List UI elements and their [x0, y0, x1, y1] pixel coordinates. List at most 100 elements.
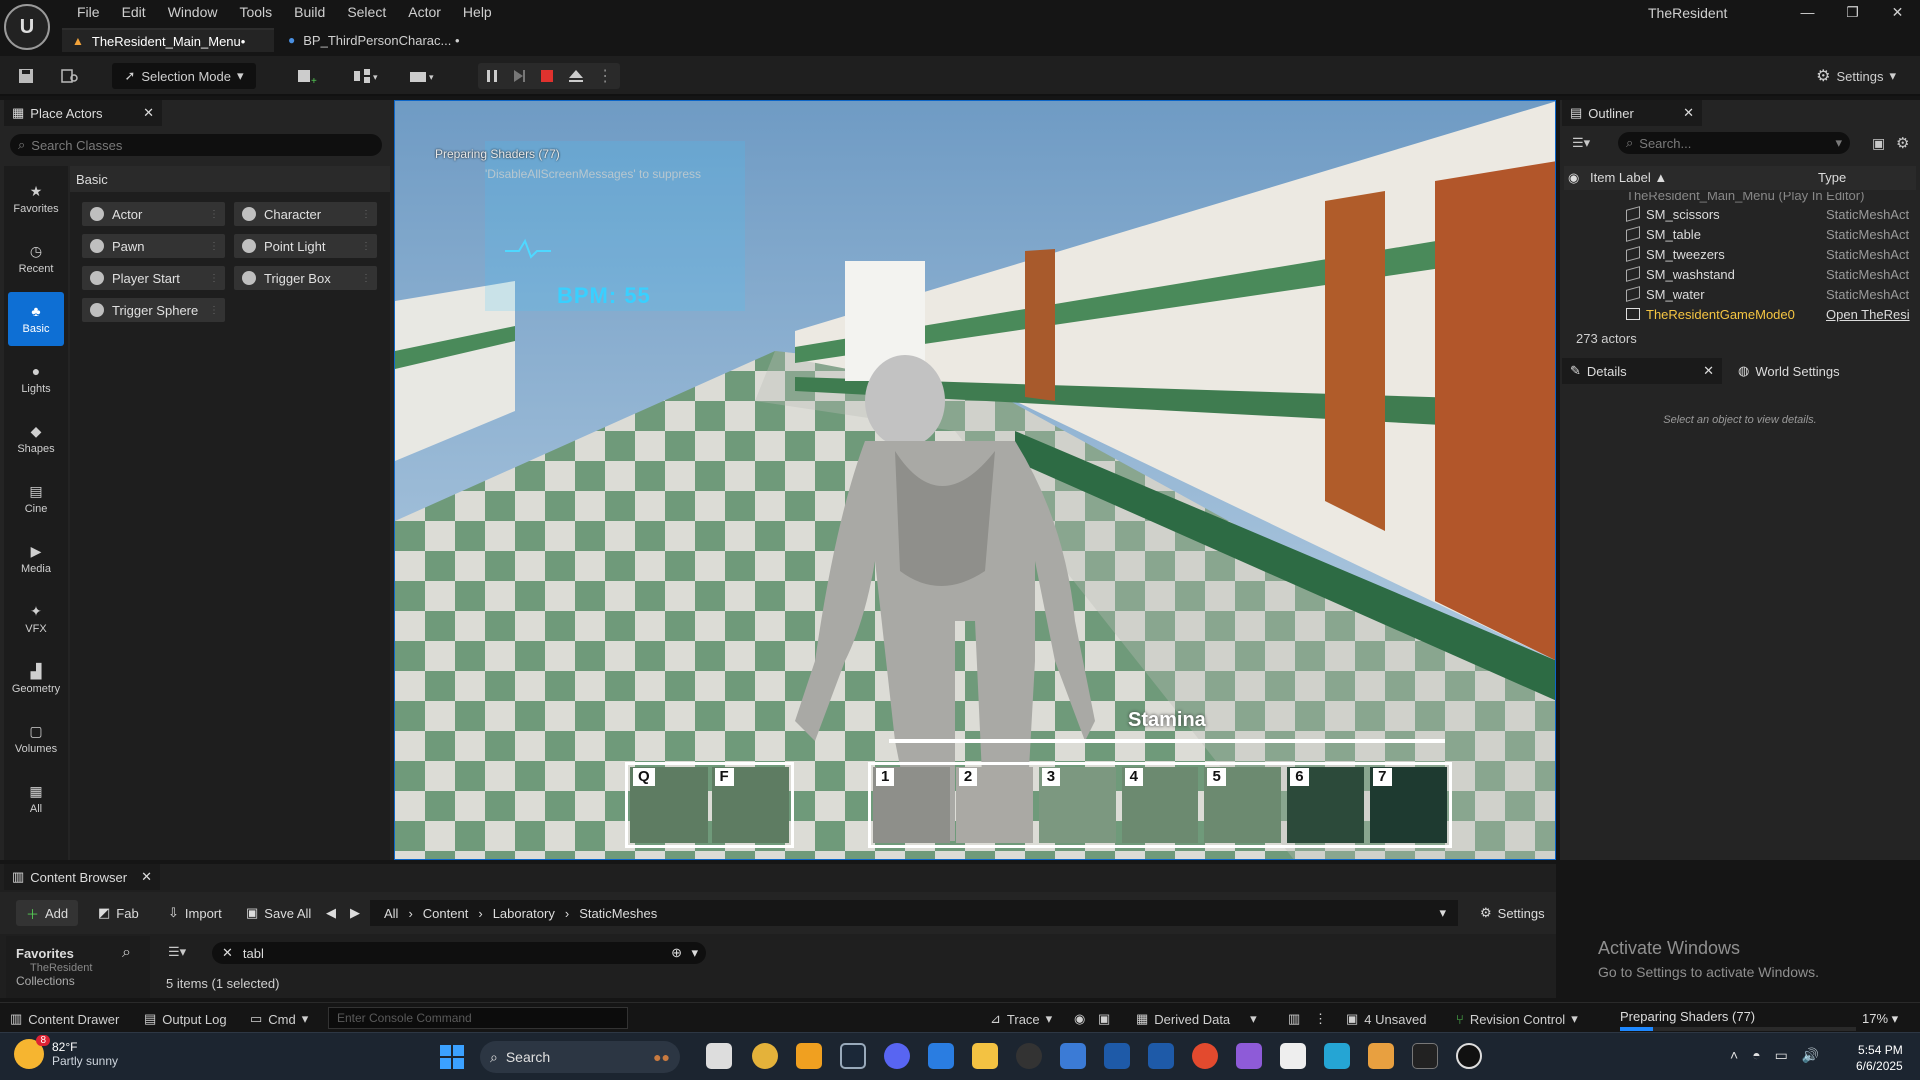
app-icon[interactable] [1104, 1043, 1130, 1069]
collections-section[interactable]: Collections [16, 974, 75, 988]
actor-item[interactable]: Trigger Sphere ⋮ [82, 298, 225, 322]
tab-details[interactable]: ✎ Details ✕ [1562, 358, 1722, 384]
breadcrumb-content[interactable]: Content [423, 906, 469, 921]
asset-filter-input[interactable]: ✕ tabl ⊕ ▾ [212, 942, 706, 964]
eye-icon[interactable]: ◉ [1568, 170, 1579, 186]
category-shapes[interactable]: ◆ Shapes [8, 412, 64, 466]
steam-icon[interactable] [840, 1043, 866, 1069]
tab-outliner[interactable]: ▤ Outliner ✕ [1562, 100, 1702, 126]
open-link[interactable]: Open TheResi [1826, 307, 1916, 322]
revision-control-button[interactable]: ⑂ Revision Control ▾ [1456, 1009, 1578, 1029]
settings-button[interactable]: ⚙ Settings [1470, 900, 1555, 926]
category-favorites[interactable]: ★ Favorites [8, 172, 64, 226]
chevron-up-icon[interactable]: ˄ [1730, 1047, 1738, 1064]
selection-mode-dropdown[interactable]: ➚ Selection Mode ▾ [112, 63, 256, 89]
actor-item[interactable]: Player Start ⋮ [82, 266, 225, 290]
column-type[interactable]: Type [1818, 170, 1846, 185]
console-input[interactable]: Enter Console Command [328, 1007, 628, 1029]
pause-icon[interactable] [485, 69, 499, 83]
visual-studio-icon[interactable] [1236, 1043, 1262, 1069]
menu-window[interactable]: Window [157, 3, 229, 21]
eject-icon[interactable] [568, 69, 584, 83]
level-viewport[interactable]: Preparing Shaders (77) 'DisableAllScreen… [394, 100, 1556, 860]
cmd-dropdown[interactable]: ▭ Cmd ▾ [250, 1009, 308, 1029]
category-lights[interactable]: ● Lights [8, 352, 64, 406]
menu-actor[interactable]: Actor [397, 3, 452, 21]
outliner-row[interactable]: SM_tweezers StaticMeshAct [1564, 244, 1916, 264]
category-volumes[interactable]: ▢ Volumes [8, 712, 64, 766]
filter-icon[interactable]: ☰▾ [168, 944, 186, 960]
more-options-icon[interactable]: ⋮ [597, 66, 613, 86]
chevron-down-icon[interactable]: ▾ [1439, 905, 1446, 921]
category-media[interactable]: ▶ Media [8, 532, 64, 586]
app-icon[interactable] [796, 1043, 822, 1069]
search-icon[interactable]: ⌕ [122, 944, 131, 962]
actor-item[interactable]: Character ⋮ [234, 202, 377, 226]
outliner-row[interactable]: SM_scissors StaticMeshAct [1564, 204, 1916, 224]
menu-file[interactable]: File [66, 3, 111, 21]
favorites-section[interactable]: Favorites [16, 946, 74, 961]
breadcrumb-all[interactable]: All [384, 906, 398, 921]
actor-item[interactable]: Pawn ⋮ [82, 234, 225, 258]
trace-button[interactable]: ⊿ Trace ▾ [990, 1009, 1052, 1029]
app-icon[interactable] [1148, 1043, 1174, 1069]
filter-icon[interactable]: ☰▾ [1572, 135, 1590, 151]
outliner-row-root[interactable]: TheResident_Main_Menu (Play In Editor) [1564, 192, 1916, 204]
gear-icon[interactable]: ⚙ [1896, 134, 1909, 152]
stop-icon[interactable] [540, 69, 554, 83]
category-basic[interactable]: ♣ Basic [8, 292, 64, 346]
restore-icon[interactable]: ❐ [1830, 0, 1875, 24]
outliner-row[interactable]: SM_water StaticMeshAct [1564, 284, 1916, 304]
settings-button[interactable]: ⚙ Settings ▾ [1816, 63, 1896, 89]
actor-item[interactable]: Point Light ⋮ [234, 234, 377, 258]
outliner-search-input[interactable]: ⌕ Search... ▾ [1618, 132, 1850, 154]
menu-help[interactable]: Help [452, 3, 503, 21]
document-icon[interactable] [1280, 1043, 1306, 1069]
save-icon[interactable] [14, 63, 38, 89]
category-vfx[interactable]: ✦ VFX [8, 592, 64, 646]
category-recent[interactable]: ◷ Recent [8, 232, 64, 286]
add-button[interactable]: ＋ Add [16, 900, 79, 926]
minimize-icon[interactable]: — [1785, 0, 1830, 24]
column-item-label[interactable]: Item Label ▲ [1590, 170, 1667, 185]
close-icon[interactable]: ✕ [1703, 363, 1714, 379]
cinematics-icon[interactable]: ▾ [402, 63, 442, 89]
output-log-button[interactable]: ▤ Output Log [144, 1009, 227, 1029]
obs-icon[interactable] [1016, 1043, 1042, 1069]
category-geometry[interactable]: ▟ Geometry [8, 652, 64, 706]
more-options-icon[interactable]: ⋮ [1314, 1009, 1327, 1029]
screenshot-icon[interactable]: ▣ [1098, 1009, 1110, 1029]
notepad-icon[interactable] [1060, 1043, 1086, 1069]
step-icon[interactable] [512, 69, 526, 83]
category-cine[interactable]: ▤ Cine [8, 472, 64, 526]
app-icon[interactable] [1324, 1043, 1350, 1069]
menu-tools[interactable]: Tools [228, 3, 283, 21]
tab-place-actors[interactable]: ▦ Place Actors ✕ [4, 100, 162, 126]
network-icon[interactable]: ◓ [1752, 1047, 1760, 1064]
derived-data-button[interactable]: ▦ Derived Data ▾ [1136, 1009, 1257, 1029]
content-drawer-button[interactable]: ▥ Content Drawer [10, 1009, 119, 1029]
breadcrumb-staticmeshes[interactable]: StaticMeshes [579, 906, 657, 921]
source-control-icon[interactable]: ▥ [1288, 1009, 1300, 1029]
chevron-down-icon[interactable]: ▾ [691, 945, 698, 961]
clock[interactable]: 5:54 PM 6/6/2025 [1856, 1042, 1903, 1074]
save-all-button[interactable]: ▣ Save All [236, 900, 321, 926]
actor-item[interactable]: Trigger Box ⋮ [234, 266, 377, 290]
volume-icon[interactable]: 🔊 [1802, 1047, 1819, 1064]
actor-item[interactable]: Actor ⋮ [82, 202, 225, 226]
taskbar-search[interactable]: ⌕ Search ●● [480, 1041, 680, 1073]
tab-content-browser[interactable]: ▥ Content Browser ✕ [4, 864, 160, 890]
progress-percent[interactable]: 17% ▾ [1862, 1011, 1898, 1027]
close-icon[interactable]: ✕ [141, 869, 152, 885]
app-icon[interactable] [1368, 1043, 1394, 1069]
shader-progress[interactable]: Preparing Shaders (77) [1614, 1007, 1862, 1031]
search-classes-input[interactable]: ⌕ Search Classes [10, 134, 382, 156]
display-icon[interactable]: ▭ [1775, 1047, 1788, 1064]
record-icon[interactable]: ◉ [1074, 1009, 1085, 1029]
weather-widget[interactable]: 8 82°F Partly sunny [14, 1035, 118, 1069]
menu-select[interactable]: Select [336, 3, 397, 21]
menu-edit[interactable]: Edit [111, 3, 157, 21]
add-folder-icon[interactable]: ▣ [1872, 135, 1885, 152]
outliner-row-gamemode[interactable]: TheResidentGameMode0 Open TheResi [1564, 304, 1916, 322]
add-filter-icon[interactable]: ⊕ [671, 945, 682, 961]
